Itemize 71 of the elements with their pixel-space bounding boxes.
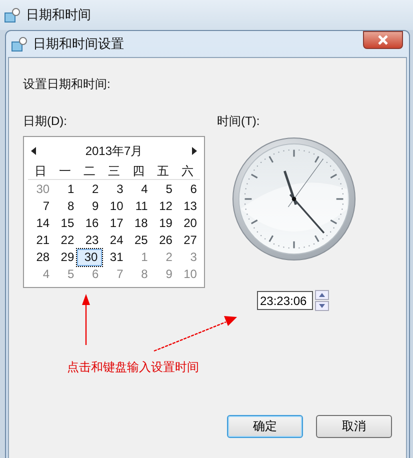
date-label: 日期(D): (23, 113, 68, 130)
calendar-day[interactable]: 10 (102, 198, 126, 215)
increment-button[interactable] (315, 290, 329, 300)
calendar-day[interactable]: 3 (102, 181, 126, 198)
previous-icon[interactable] (31, 147, 36, 155)
calendar-day[interactable]: 9 (150, 266, 176, 283)
calendar-clock-icon (11, 36, 27, 52)
calendar-day[interactable]: 5 (52, 266, 78, 283)
calendar-clock-icon (4, 7, 20, 23)
weekday-label: 六 (180, 163, 195, 179)
calendar-day[interactable]: 15 (52, 215, 78, 232)
calendar-day[interactable]: 2 (150, 249, 176, 266)
calendar-day[interactable]: 26 (150, 232, 176, 249)
calendar-day[interactable]: 14 (28, 215, 53, 232)
close-icon (377, 35, 389, 45)
decrement-button[interactable] (315, 301, 329, 311)
dialog-heading: 设置日期和时间: (23, 76, 112, 93)
calendar-day[interactable]: 21 (28, 232, 53, 249)
calendar-day[interactable]: 1 (126, 249, 151, 266)
cancel-button[interactable]: 取消 (316, 415, 392, 438)
calendar-day[interactable]: 19 (150, 215, 176, 232)
calendar-day[interactable]: 18 (126, 215, 151, 232)
time-label: 时间(T): (217, 113, 261, 130)
next-icon[interactable] (192, 147, 197, 155)
dialog-title: 日期和时间设置 (33, 35, 124, 53)
up-arrow-icon (319, 293, 325, 297)
annotation-text: 点击和键盘输入设置时间 (67, 360, 199, 374)
calendar-day[interactable]: 9 (77, 198, 102, 215)
calendar-day[interactable]: 3 (175, 249, 200, 266)
calendar-day[interactable]: 6 (77, 266, 102, 283)
weekday-label: 五 (156, 163, 170, 179)
window-title: 日期和时间 (26, 6, 91, 24)
calendar-day[interactable]: 8 (126, 266, 151, 283)
calendar-day[interactable]: 22 (52, 232, 78, 249)
calendar-day[interactable]: 7 (28, 198, 53, 215)
calendar-day[interactable]: 20 (175, 215, 200, 232)
weekday-label: 日 (33, 163, 48, 179)
calendar-day[interactable]: 25 (126, 232, 151, 249)
down-arrow-icon (319, 304, 325, 308)
calendar-day[interactable]: 17 (102, 215, 126, 232)
calendar-day[interactable]: 11 (126, 198, 151, 215)
close-button[interactable] (363, 31, 403, 49)
weekday-label: 一 (58, 163, 72, 179)
calendar-day[interactable]: 6 (175, 181, 200, 198)
calendar-day[interactable]: 31 (102, 249, 126, 266)
calendar-day[interactable]: 29 (52, 249, 78, 266)
calendar-day[interactable]: 24 (102, 232, 126, 249)
weekday-label: 二 (82, 163, 96, 179)
calendar-day[interactable]: 27 (175, 232, 200, 249)
calendar-day[interactable]: 13 (175, 198, 200, 215)
calendar-day[interactable]: 8 (52, 198, 78, 215)
calendar-day[interactable]: 12 (150, 198, 176, 215)
month-title[interactable]: 2013年7月 (85, 142, 143, 160)
calendar-day[interactable]: 10 (175, 266, 200, 283)
calendar-day[interactable]: 5 (150, 181, 176, 198)
calendar-day[interactable]: 2 (77, 181, 102, 198)
time-field[interactable]: 23:23:06 (257, 291, 313, 310)
weekday-label: 三 (106, 163, 121, 179)
calendar[interactable]: 2013年7月 日 一 二 三 四 五 六 30 1 2 3 4 5 6 7 8 9 10 11 12 13 14 15 16 17 18 19 20 21 22 23 24 25 26 27 28 29 30 31 1 2 3 4 5 6 7 8 9 10 (23, 136, 205, 288)
calendar-day[interactable]: 30 (77, 249, 102, 266)
calendar-day[interactable]: 28 (28, 249, 53, 266)
annotation-arrow (82, 294, 90, 345)
calendar-day[interactable]: 4 (126, 181, 151, 198)
weekday-label: 四 (132, 163, 146, 179)
calendar-day[interactable]: 23 (77, 232, 102, 249)
calendar-day[interactable]: 1 (52, 181, 78, 198)
calendar-day[interactable]: 7 (102, 266, 126, 283)
calendar-day[interactable]: 4 (28, 266, 53, 283)
ok-button[interactable]: 确定 (227, 415, 303, 438)
calendar-day[interactable]: 30 (28, 181, 53, 198)
calendar-day[interactable]: 16 (77, 215, 102, 232)
